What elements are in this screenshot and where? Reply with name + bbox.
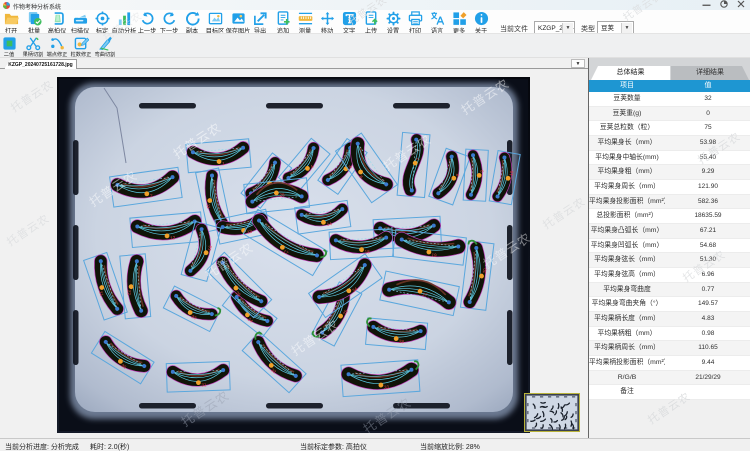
svg-text:22: 22 xyxy=(126,290,131,296)
svg-text:28: 28 xyxy=(399,339,405,344)
svg-text:33: 33 xyxy=(384,384,390,389)
svg-text:31: 31 xyxy=(201,382,207,387)
svg-text:12: 12 xyxy=(170,235,176,240)
